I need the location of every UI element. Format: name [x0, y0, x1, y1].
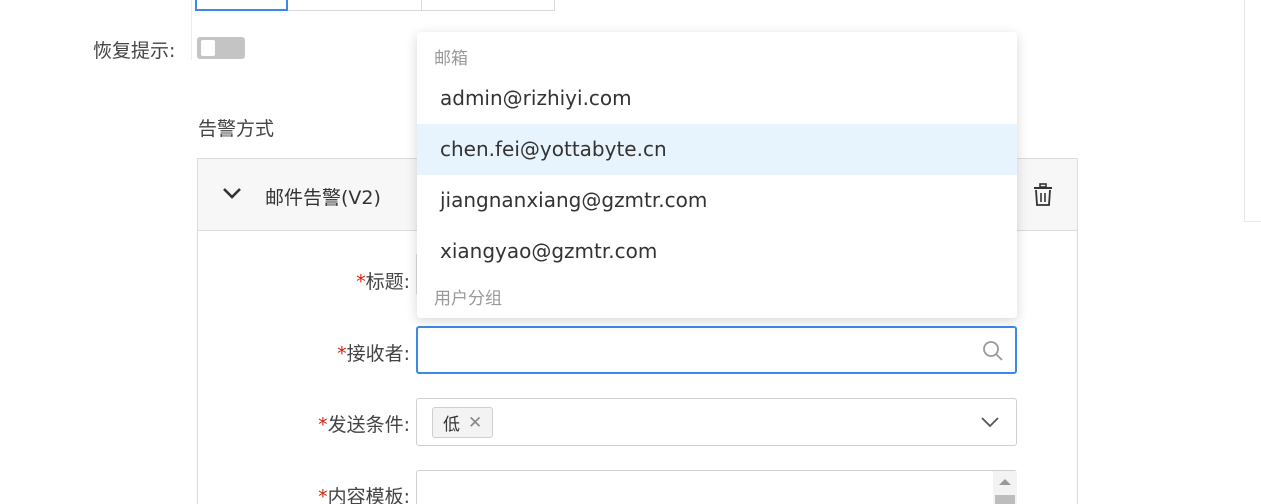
dropdown-option[interactable]: xiangyao@gzmtr.com: [417, 226, 1017, 277]
recover-toggle[interactable]: [197, 37, 245, 59]
scroll-thumb[interactable]: [995, 495, 1015, 504]
dropdown-option[interactable]: jiangnanxiang@gzmtr.com: [417, 175, 1017, 226]
template-label: *内容模板:: [318, 486, 410, 504]
trash-icon[interactable]: [1032, 183, 1054, 207]
condition-label: *发送条件:: [318, 414, 410, 436]
close-icon[interactable]: ✕: [468, 413, 482, 433]
top-tab-1[interactable]: [195, 0, 288, 11]
top-tab-2[interactable]: [288, 0, 422, 11]
template-textarea[interactable]: [416, 470, 1017, 504]
side-panel-edge: [1244, 0, 1261, 222]
panel-divider: [191, 0, 192, 60]
condition-tag-label: 低: [443, 415, 460, 435]
top-tab-3[interactable]: [422, 0, 555, 11]
receiver-search-input[interactable]: [416, 326, 1017, 374]
chevron-down-icon[interactable]: [980, 416, 1000, 428]
top-tab-bar: [195, 0, 555, 11]
title-label: *标题:: [356, 271, 410, 293]
recover-label: 恢复提示:: [93, 40, 176, 62]
dropdown-option[interactable]: chen.fei@yottabyte.cn: [417, 124, 1017, 175]
card-title: 邮件告警(V2): [265, 187, 381, 209]
alert-method-title: 告警方式: [198, 118, 275, 140]
receiver-label: *接收者:: [337, 343, 410, 365]
group-label-user-group: 用户分组: [434, 289, 502, 309]
search-icon: [983, 341, 1003, 361]
scroll-up-icon[interactable]: [999, 479, 1011, 485]
group-label-email: 邮箱: [434, 49, 468, 69]
condition-tag: 低 ✕: [432, 407, 494, 438]
dropdown-option[interactable]: admin@rizhiyi.com: [417, 73, 1017, 124]
condition-select[interactable]: 低 ✕: [416, 398, 1017, 446]
chevron-down-icon[interactable]: [221, 185, 243, 201]
template-scrollbar[interactable]: [993, 471, 1017, 504]
receiver-dropdown: 邮箱 admin@rizhiyi.com chen.fei@yottabyte.…: [417, 32, 1017, 318]
toggle-knob: [201, 40, 215, 56]
